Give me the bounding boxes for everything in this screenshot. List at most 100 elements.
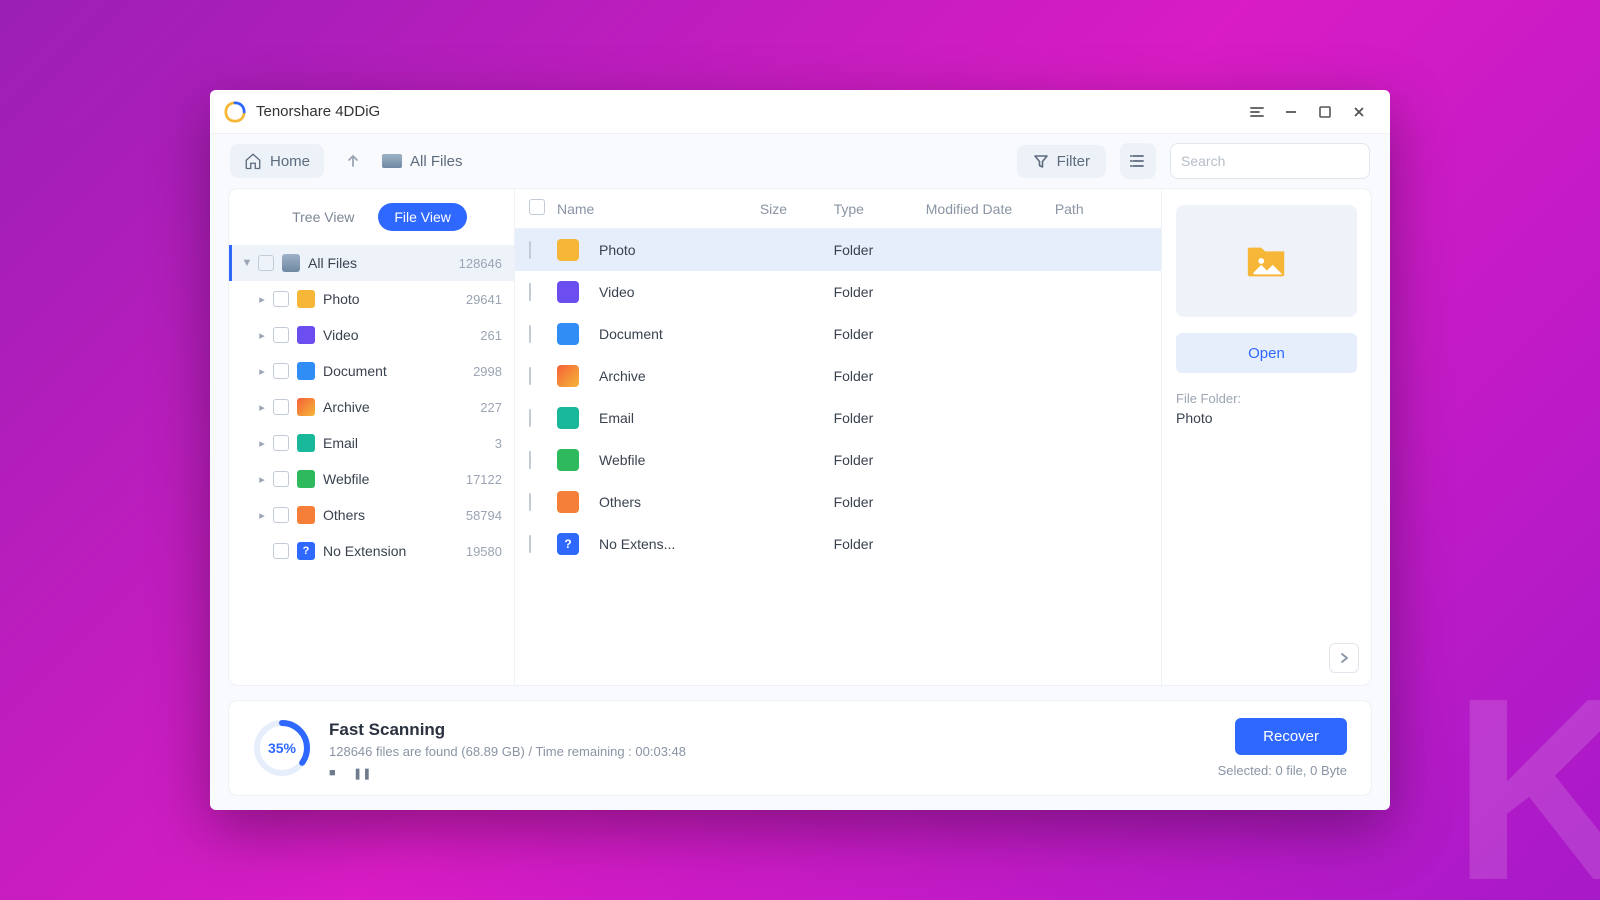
archive-icon (557, 365, 579, 387)
tab-tree-view[interactable]: Tree View (276, 203, 370, 231)
checkbox[interactable] (258, 255, 274, 271)
tab-file-view[interactable]: File View (378, 203, 467, 231)
file-row[interactable]: VideoFolder (515, 271, 1161, 313)
home-button[interactable]: Home (230, 144, 324, 178)
tree-item-email[interactable]: ▸Email3 (229, 425, 514, 461)
file-name: Video (599, 284, 635, 300)
tree-count: 261 (480, 328, 502, 343)
file-row[interactable]: Email Folder (515, 397, 1161, 439)
file-type: Folder (834, 410, 926, 426)
list-icon (1129, 152, 1147, 170)
checkbox[interactable] (529, 535, 531, 553)
checkbox[interactable] (273, 543, 289, 559)
maximize-button[interactable] (1308, 95, 1342, 129)
file-row[interactable]: ?No Extens...Folder (515, 523, 1161, 565)
tree-label: Archive (323, 399, 474, 415)
recover-button[interactable]: Recover (1235, 718, 1347, 755)
menu-icon[interactable] (1240, 95, 1274, 129)
status-bar: 35% Fast Scanning 128646 files are found… (228, 700, 1372, 796)
caret-right-icon[interactable]: ▸ (253, 509, 271, 522)
tree-count: 29641 (466, 292, 502, 307)
file-row[interactable]: DocumentFolder (515, 313, 1161, 355)
caret-right-icon[interactable]: ▸ (253, 293, 271, 306)
pause-scan-button[interactable]: ❚❚ (353, 767, 363, 777)
view-tabs: Tree View File View (229, 189, 514, 245)
breadcrumb[interactable]: All Files (382, 153, 463, 170)
web-icon (557, 449, 579, 471)
col-path[interactable]: Path (1055, 201, 1147, 217)
checkbox[interactable] (273, 399, 289, 415)
app-title: Tenorshare 4DDiG (256, 103, 380, 120)
checkbox[interactable] (529, 325, 531, 343)
file-type: Folder (834, 494, 926, 510)
tree-count: 227 (480, 400, 502, 415)
scan-progress-pct: 35% (253, 719, 311, 777)
col-modified[interactable]: Modified Date (926, 201, 1055, 217)
tree-label: Document (323, 363, 467, 379)
checkbox[interactable] (529, 367, 531, 385)
tree-label: Others (323, 507, 460, 523)
checkbox[interactable] (273, 291, 289, 307)
checkbox[interactable] (529, 283, 531, 301)
up-button[interactable] (338, 146, 368, 176)
checkbox[interactable] (273, 471, 289, 487)
tree-count: 128646 (459, 256, 502, 271)
tree-item-webfile[interactable]: ▸Webfile17122 (229, 461, 514, 497)
app-window: Tenorshare 4DDiG Home All Files Filter (210, 90, 1390, 810)
tree-item-document[interactable]: ▸Document2998 (229, 353, 514, 389)
tree-label: All Files (308, 255, 453, 271)
caret-down-icon[interactable]: ▼ (238, 257, 256, 269)
filter-icon (1033, 153, 1049, 169)
filter-label: Filter (1057, 153, 1090, 170)
checkbox[interactable] (273, 507, 289, 523)
scan-title: Fast Scanning (329, 720, 686, 740)
checkbox[interactable] (273, 435, 289, 451)
caret-right-icon[interactable]: ▸ (253, 401, 271, 414)
checkbox[interactable] (273, 327, 289, 343)
checkbox[interactable] (529, 409, 531, 427)
col-type[interactable]: Type (834, 201, 926, 217)
tree-item-archive[interactable]: ▸ Archive 227 (229, 389, 514, 425)
search-box[interactable] (1170, 143, 1370, 179)
tree-item-video[interactable]: ▸ Video 261 (229, 317, 514, 353)
doc-icon (557, 323, 579, 345)
minimize-button[interactable] (1274, 95, 1308, 129)
col-name[interactable]: Name (557, 201, 760, 217)
tree-count: 19580 (466, 544, 502, 559)
others-icon (297, 506, 315, 524)
file-name: Email (599, 410, 634, 426)
col-size[interactable]: Size (760, 201, 834, 217)
app-logo-icon (224, 101, 246, 123)
close-button[interactable] (1342, 95, 1376, 129)
select-all-checkbox[interactable] (529, 199, 545, 215)
video-icon (297, 326, 315, 344)
caret-right-icon[interactable]: ▸ (253, 437, 271, 450)
view-mode-button[interactable] (1120, 143, 1156, 179)
file-row[interactable]: WebfileFolder (515, 439, 1161, 481)
tree-label: Video (323, 327, 474, 343)
caret-right-icon[interactable]: ▸ (253, 329, 271, 342)
stop-scan-button[interactable]: ■ (329, 767, 339, 777)
checkbox[interactable] (273, 363, 289, 379)
file-type: Folder (834, 452, 926, 468)
selection-info: Selected: 0 file, 0 Byte (1218, 763, 1347, 778)
open-button[interactable]: Open (1176, 333, 1357, 373)
expand-preview-button[interactable] (1329, 643, 1359, 673)
file-row[interactable]: ArchiveFolder (515, 355, 1161, 397)
filter-button[interactable]: Filter (1017, 145, 1106, 178)
tree-item-photo[interactable]: ▸Photo29641 (229, 281, 514, 317)
checkbox[interactable] (529, 241, 531, 259)
file-row[interactable]: PhotoFolder (515, 229, 1161, 271)
archive-icon (297, 398, 315, 416)
drive-icon (282, 254, 300, 272)
search-input[interactable] (1181, 153, 1362, 169)
file-row[interactable]: OthersFolder (515, 481, 1161, 523)
caret-right-icon[interactable]: ▸ (253, 473, 271, 486)
tree-item-others[interactable]: ▸Others58794 (229, 497, 514, 533)
photo-icon (297, 290, 315, 308)
checkbox[interactable] (529, 493, 531, 511)
checkbox[interactable] (529, 451, 531, 469)
tree-root-all-files[interactable]: ▼ All Files 128646 (229, 245, 514, 281)
caret-right-icon[interactable]: ▸ (253, 365, 271, 378)
tree-item-no-extension[interactable]: ?No Extension19580 (229, 533, 514, 569)
